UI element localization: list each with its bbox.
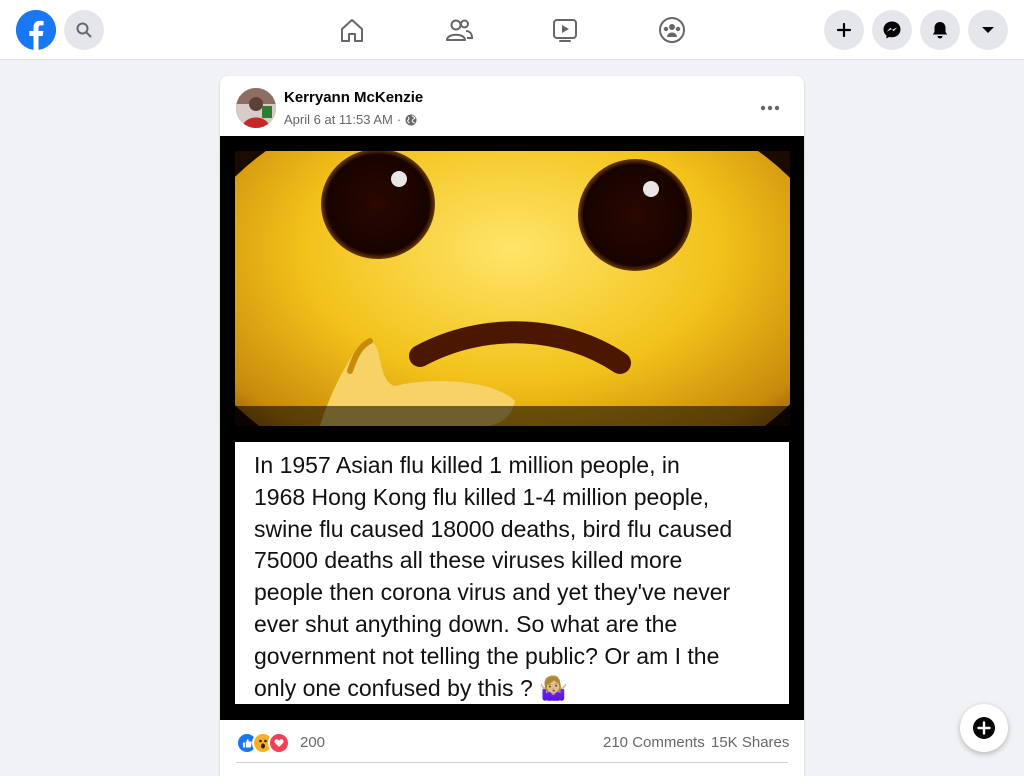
create-button[interactable] bbox=[824, 10, 864, 50]
notifications-bell-icon bbox=[932, 22, 948, 39]
love-icon bbox=[268, 732, 290, 754]
groups-icon bbox=[659, 17, 685, 43]
notifications-button[interactable] bbox=[920, 10, 960, 50]
home-icon bbox=[341, 19, 363, 42]
messenger-button[interactable] bbox=[872, 10, 912, 50]
create-plus-icon bbox=[836, 22, 852, 38]
feed-post: Kerryann McKenzie April 6 at 11:53 AM · bbox=[220, 76, 804, 776]
thinking-face-emoji-image bbox=[235, 151, 790, 426]
facebook-logo-icon[interactable] bbox=[16, 10, 56, 50]
nav-friends-button[interactable] bbox=[441, 12, 477, 48]
image-caption-box: In 1957 Asian flu killed 1 million peopl… bbox=[235, 442, 789, 704]
author-name[interactable]: Kerryann McKenzie bbox=[284, 89, 423, 106]
search-icon bbox=[76, 22, 92, 38]
image-caption-text: In 1957 Asian flu killed 1 million peopl… bbox=[254, 452, 733, 701]
reaction-icons[interactable] bbox=[236, 732, 290, 754]
watch-icon bbox=[553, 19, 577, 42]
globe-icon bbox=[405, 114, 417, 125]
nav-watch-button[interactable] bbox=[547, 12, 583, 48]
post-meta: April 6 at 11:53 AM · bbox=[284, 112, 417, 127]
top-navigation-bar bbox=[0, 0, 1024, 60]
nav-groups-button[interactable] bbox=[654, 12, 690, 48]
meta-separator: · bbox=[396, 112, 402, 127]
post-options-button[interactable] bbox=[752, 90, 788, 126]
comments-count-link[interactable]: 210 Comments bbox=[603, 734, 705, 751]
author-avatar[interactable] bbox=[236, 88, 276, 128]
new-message-plus-icon bbox=[973, 717, 995, 739]
messenger-icon bbox=[883, 21, 901, 39]
account-caret-icon bbox=[982, 27, 994, 33]
footer-divider bbox=[236, 762, 788, 763]
new-message-button[interactable] bbox=[960, 704, 1008, 752]
reaction-count[interactable]: 200 bbox=[300, 734, 325, 751]
post-image[interactable]: In 1957 Asian flu killed 1 million peopl… bbox=[220, 136, 804, 720]
search-button[interactable] bbox=[64, 10, 104, 50]
account-menu-button[interactable] bbox=[968, 10, 1008, 50]
nav-home-button[interactable] bbox=[334, 12, 370, 48]
shares-count-link[interactable]: 15K Shares bbox=[711, 734, 789, 751]
more-horizontal-icon bbox=[760, 105, 780, 111]
friends-icon bbox=[446, 19, 473, 41]
post-timestamp[interactable]: April 6 at 11:53 AM bbox=[284, 112, 393, 127]
